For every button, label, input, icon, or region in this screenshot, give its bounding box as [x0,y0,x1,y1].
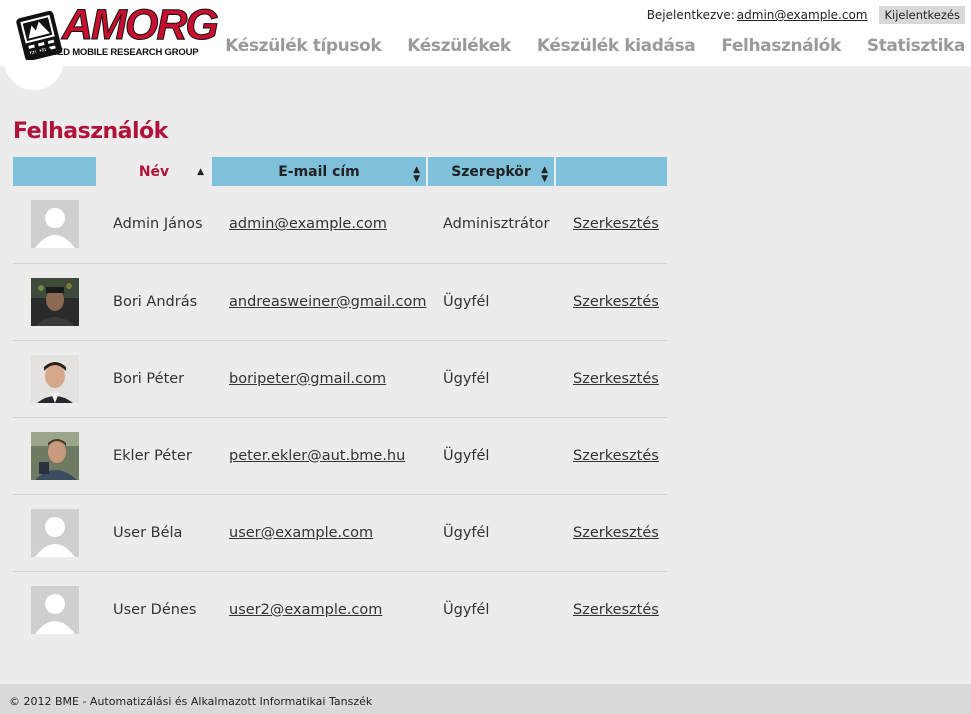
user-name: Bori Péter [97,340,211,418]
nav-devices[interactable]: Készülékek [407,36,511,56]
header-role-label: Szerepkör [451,163,531,180]
main-nav: Készülék típusok Készülékek Készülék kia… [199,36,965,56]
user-email-link[interactable]: andreasweiner@gmail.com [229,294,427,310]
default-avatar-icon [31,508,79,557]
header: AMORG APPLIED MOBILE RESEARCH GROUP Beje… [0,0,971,90]
logged-in-label: Bejelentkezve: [646,8,735,22]
user-role: Ügyfél [427,340,555,418]
header-actions [555,157,667,186]
edit-user-link[interactable]: Szerkesztés [573,525,659,541]
user-role: Ügyfél [427,417,555,495]
sort-both-icon: ▲ ▼ [413,165,420,184]
logo[interactable]: AMORG APPLIED MOBILE RESEARCH GROUP [8,2,219,60]
user-name: Admin János [97,186,211,264]
header-avatar [13,157,98,186]
user-role: Ügyfél [427,494,555,572]
user-role: Adminisztrátor [427,186,555,264]
nav-device-issue[interactable]: Készülék kiadása [537,36,696,56]
user-email-link[interactable]: user2@example.com [229,602,382,618]
default-avatar-icon [31,585,79,634]
user-name: User Béla [97,494,211,572]
table-row: Admin János admin@example.com Adminisztr… [13,186,667,264]
table-row: Bori Péter boripeter@gmail.com Ügyfél Sz… [13,340,667,418]
user-email-link[interactable]: user@example.com [229,525,373,541]
table-header-row: Név ▲ E-mail cím ▲ ▼ Szerepkör ▲ ▼ [13,157,667,186]
nav-device-types[interactable]: Készülék típusok [225,36,381,56]
logo-brand: AMORG [62,1,220,49]
default-avatar-icon [31,200,79,249]
user-email-link[interactable]: boripeter@gmail.com [229,371,386,387]
user-email-link[interactable]: admin@example.com [229,216,387,232]
logged-in-user-link[interactable]: admin@example.com [737,8,868,22]
user-name: Ekler Péter [97,417,211,495]
footer: © 2012 BME - Automatizálási és Alkalmazo… [0,684,971,714]
header-email-sort[interactable]: E-mail cím ▲ ▼ [211,157,428,186]
edit-user-link[interactable]: Szerkesztés [573,216,659,232]
user-role: Ügyfél [427,263,555,341]
edit-user-link[interactable]: Szerkesztés [573,448,659,464]
table-row: User Dénes user2@example.com Ügyfél Szer… [13,571,667,648]
nav-statistics[interactable]: Statisztika [867,36,966,56]
header-email-label: E-mail cím [278,163,360,180]
sort-ascending-icon: ▲ [197,167,204,177]
nav-users[interactable]: Felhasználók [721,36,841,56]
user-name: User Dénes [113,601,197,618]
user-photo-avatar [31,431,79,480]
user-photo-avatar [31,277,79,326]
table-row: User Béla user@example.com Ügyfél Szerke… [13,494,667,572]
user-name: Bori András [97,263,211,341]
footer-text: © 2012 BME - Automatizálási és Alkalmazo… [9,695,373,708]
edit-user-link[interactable]: Szerkesztés [573,294,659,310]
header-name-label: Név [138,163,170,180]
user-email-link[interactable]: peter.ekler@aut.bme.hu [229,448,405,464]
table-row: Ekler Péter peter.ekler@aut.bme.hu Ügyfé… [13,417,667,495]
header-role-sort[interactable]: Szerepkör ▲ ▼ [427,157,556,186]
edit-user-link[interactable]: Szerkesztés [573,602,659,618]
sort-both-icon: ▲ ▼ [541,165,548,184]
user-photo-avatar [31,354,79,403]
page-title: Felhasználók [13,119,168,144]
user-role: Ügyfél [443,601,490,618]
edit-user-link[interactable]: Szerkesztés [573,371,659,387]
login-bar: Bejelentkezve: admin@example.com Kijelen… [647,6,965,24]
header-name-sort[interactable]: Név ▲ [97,157,212,186]
users-table: Név ▲ E-mail cím ▲ ▼ Szerepkör ▲ ▼ Admin J… [13,157,667,648]
table-row: Bori András andreasweiner@gmail.com Ügyf… [13,263,667,341]
logo-subtitle: APPLIED MOBILE RESEARCH GROUP [30,47,199,58]
logout-button[interactable]: Kijelentkezés [879,6,965,24]
